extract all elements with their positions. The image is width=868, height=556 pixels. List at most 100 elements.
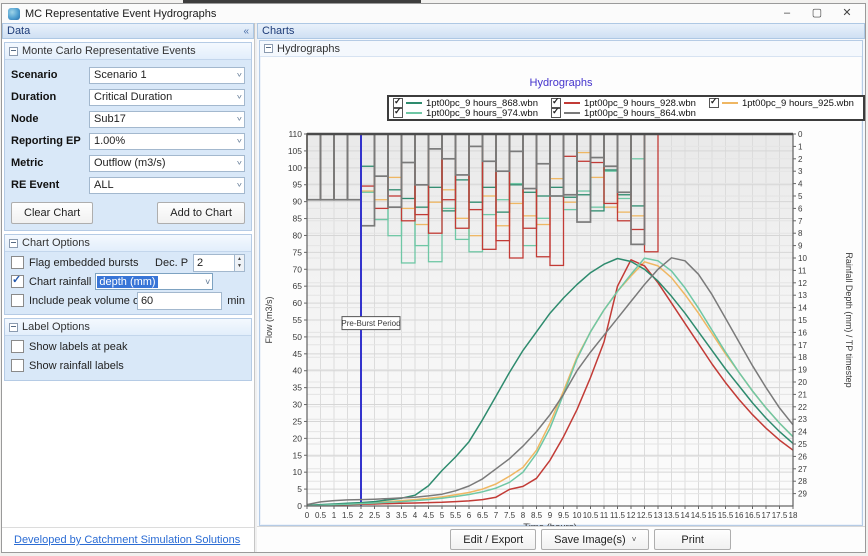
svg-text:70: 70 — [293, 264, 303, 274]
re-event-select[interactable]: ALL ˅ — [89, 177, 245, 194]
collapse-group-icon[interactable] — [9, 47, 18, 56]
save-images-button[interactable]: Save Image(s) ˅ — [541, 529, 649, 550]
labels-at-peak-label: Show labels at peak — [29, 341, 127, 353]
scenario-select[interactable]: Scenario 1 ˅ — [89, 67, 245, 84]
legend-item[interactable]: 1pt00pc_9 hours_925.wbn — [709, 98, 854, 108]
svg-text:6: 6 — [467, 511, 472, 520]
screen: MC Representative Event Hydrographs – ▢ … — [0, 0, 868, 556]
legend-line-swatch — [564, 102, 580, 104]
duration-label: Duration — [11, 91, 89, 103]
svg-text:24: 24 — [798, 428, 807, 437]
flag-embedded-label: Flag embedded bursts — [29, 257, 155, 269]
svg-text:75: 75 — [293, 247, 303, 257]
chevron-down-icon: ˅ — [237, 159, 242, 167]
collapse-panel-icon[interactable]: « — [243, 26, 249, 37]
chart-rainfall-label: Chart rainfall — [29, 276, 91, 288]
hydrographs-group-header[interactable]: Hydrographs — [260, 41, 862, 57]
legend-item[interactable]: 1pt00pc_9 hours_868.wbn — [393, 98, 538, 108]
monte-carlo-group-title: Monte Carlo Representative Events — [22, 45, 196, 57]
app-window: MC Representative Event Hydrographs – ▢ … — [1, 3, 866, 553]
legend-item[interactable]: 1pt00pc_9 hours_928.wbn — [551, 98, 696, 108]
svg-text:25: 25 — [293, 416, 303, 426]
chevron-down-icon: ˅ — [237, 137, 242, 145]
svg-text:23: 23 — [798, 415, 807, 424]
svg-text:60: 60 — [293, 298, 303, 308]
svg-text:12.5: 12.5 — [637, 511, 653, 520]
node-value: Sub17 — [94, 113, 126, 125]
monte-carlo-group-header[interactable]: Monte Carlo Representative Events — [5, 43, 251, 60]
svg-text:8.5: 8.5 — [531, 511, 543, 520]
label-options-header[interactable]: Label Options — [5, 319, 251, 336]
svg-text:5: 5 — [297, 484, 302, 494]
svg-text:8: 8 — [798, 229, 803, 238]
include-peak-checkbox[interactable] — [11, 294, 24, 307]
legend-item[interactable]: 1pt00pc_9 hours_974.wbn — [393, 108, 538, 118]
legend-line-swatch — [406, 112, 422, 114]
svg-text:9: 9 — [548, 511, 553, 520]
legend-checkbox[interactable] — [551, 108, 561, 118]
legend-item[interactable]: 1pt00pc_9 hours_864.wbn — [551, 108, 696, 118]
svg-text:20: 20 — [293, 433, 303, 443]
svg-text:35: 35 — [293, 383, 303, 393]
data-panel-header: Data « — [2, 23, 254, 39]
labels-at-peak-row: Show labels at peak — [5, 338, 251, 355]
edit-export-button[interactable]: Edit / Export — [450, 529, 536, 550]
svg-text:12: 12 — [798, 279, 807, 288]
collapse-group-icon[interactable] — [264, 44, 273, 53]
svg-text:10: 10 — [573, 511, 582, 520]
svg-text:4: 4 — [413, 511, 418, 520]
svg-text:13.5: 13.5 — [664, 511, 680, 520]
print-button[interactable]: Print — [654, 529, 731, 550]
maximize-button[interactable]: ▢ — [803, 5, 831, 22]
rainfall-mode-select[interactable]: depth (mm) ˅ — [95, 273, 213, 290]
svg-text:10.5: 10.5 — [583, 511, 599, 520]
svg-text:10: 10 — [798, 254, 807, 263]
svg-text:6.5: 6.5 — [477, 511, 489, 520]
collapse-group-icon[interactable] — [9, 239, 18, 248]
legend-checkbox[interactable] — [393, 108, 403, 118]
svg-text:15.5: 15.5 — [718, 511, 734, 520]
rainfall-labels-checkbox[interactable] — [11, 359, 24, 372]
charts-panel-title: Charts — [262, 25, 294, 37]
legend-label: 1pt00pc_9 hours_925.wbn — [742, 98, 854, 109]
chart-options-header[interactable]: Chart Options — [5, 235, 251, 252]
svg-text:0: 0 — [297, 501, 302, 511]
svg-text:26: 26 — [798, 452, 807, 461]
svg-text:11: 11 — [600, 511, 609, 520]
reporting-ep-value: 1.00% — [94, 135, 125, 147]
legend-checkbox[interactable] — [709, 98, 719, 108]
developer-link[interactable]: Developed by Catchment Simulation Soluti… — [14, 534, 240, 546]
svg-text:9: 9 — [798, 242, 803, 251]
minimize-button[interactable]: – — [773, 5, 801, 22]
labels-at-peak-checkbox[interactable] — [11, 340, 24, 353]
close-button[interactable]: ✕ — [833, 5, 861, 22]
collapse-group-icon[interactable] — [9, 323, 18, 332]
metric-select[interactable]: Outflow (m3/s) ˅ — [89, 155, 245, 172]
peak-minutes-input[interactable]: 60 — [137, 292, 222, 310]
svg-text:2.5: 2.5 — [369, 511, 381, 520]
flag-embedded-checkbox[interactable] — [11, 256, 24, 269]
svg-text:16.5: 16.5 — [745, 511, 761, 520]
clear-chart-button[interactable]: Clear Chart — [11, 202, 93, 224]
reporting-ep-label: Reporting EP — [11, 135, 89, 147]
dec-p-value[interactable]: 2 — [193, 254, 235, 272]
svg-text:40: 40 — [293, 366, 303, 376]
dec-p-spinner[interactable]: 2 ▲▼ — [193, 254, 245, 272]
monte-carlo-group: Monte Carlo Representative Events Scenar… — [4, 42, 252, 231]
add-to-chart-button[interactable]: Add to Chart — [157, 202, 245, 224]
svg-text:12: 12 — [627, 511, 636, 520]
duration-select[interactable]: Critical Duration ˅ — [89, 89, 245, 106]
metric-label: Metric — [11, 157, 89, 169]
reporting-ep-select[interactable]: 1.00% ˅ — [89, 133, 245, 150]
svg-text:7.5: 7.5 — [504, 511, 516, 520]
svg-text:21: 21 — [798, 390, 807, 399]
legend-line-swatch — [406, 102, 422, 104]
svg-text:5: 5 — [440, 511, 445, 520]
spinner-arrows-icon[interactable]: ▲▼ — [235, 254, 245, 272]
svg-text:65: 65 — [293, 281, 303, 291]
chart-rainfall-checkbox[interactable] — [11, 275, 24, 288]
charts-bottom-bar: Edit / Export Save Image(s) ˅ Print — [257, 526, 865, 552]
node-select[interactable]: Sub17 ˅ — [89, 111, 245, 128]
data-panel: Data « Monte Carlo Representative Events… — [2, 23, 255, 552]
chart-rainfall-row: Chart rainfall depth (mm) ˅ — [5, 273, 251, 290]
